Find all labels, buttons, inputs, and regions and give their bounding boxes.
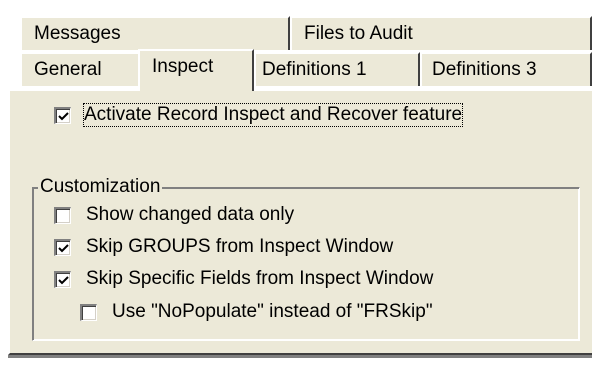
tab-label: Files to Audit xyxy=(304,23,413,44)
show-changed-data-checkbox[interactable] xyxy=(54,207,71,224)
properties-dialog: Messages Files to Audit General Inspect … xyxy=(0,0,592,366)
skip-specific-fields-label[interactable]: Skip Specific Fields from Inspect Window xyxy=(86,268,433,290)
tab-files-to-audit[interactable]: Files to Audit xyxy=(290,16,592,50)
tab-definitions-3[interactable]: Definitions 3 xyxy=(420,52,592,86)
tab-label: Inspect xyxy=(152,56,214,77)
tab-label: Messages xyxy=(34,23,121,44)
checkmark-icon xyxy=(57,111,69,120)
customization-legend: Customization xyxy=(38,176,163,198)
tab-label: Definitions 1 xyxy=(262,59,367,80)
skip-specific-fields-checkbox[interactable] xyxy=(54,271,71,288)
tab-label: Definitions 3 xyxy=(432,59,537,80)
checkmark-icon xyxy=(57,275,69,284)
use-nopopulate-label[interactable]: Use "NoPopulate" instead of "FRSkip" xyxy=(112,301,433,323)
tab-messages[interactable]: Messages xyxy=(20,16,290,50)
skip-groups-checkbox[interactable] xyxy=(54,239,71,256)
checkmark-icon xyxy=(57,243,69,252)
tab-general[interactable]: General xyxy=(20,52,140,86)
tab-inspect[interactable]: Inspect xyxy=(138,49,254,91)
use-nopopulate-checkbox[interactable] xyxy=(80,304,97,321)
panel-shadow xyxy=(8,355,592,358)
activate-label[interactable]: Activate Record Inspect and Recover feat… xyxy=(82,103,464,127)
skip-groups-label[interactable]: Skip GROUPS from Inspect Window xyxy=(86,236,393,258)
tab-label: General xyxy=(34,59,102,80)
show-changed-data-label[interactable]: Show changed data only xyxy=(86,204,294,226)
tab-definitions-1[interactable]: Definitions 1 xyxy=(254,52,420,86)
activate-checkbox[interactable] xyxy=(54,107,71,124)
